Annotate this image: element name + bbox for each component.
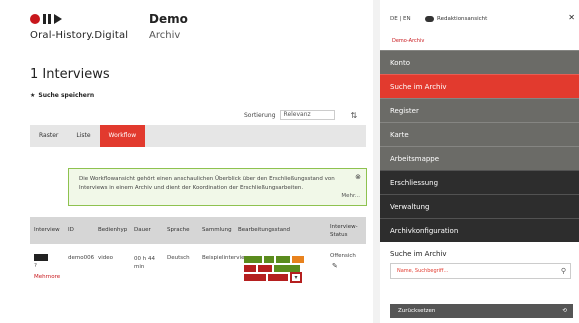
tab-raster[interactable]: Raster — [30, 125, 67, 147]
sidebar-item-konto[interactable]: Konto — [380, 50, 579, 74]
logo-icon — [30, 13, 128, 25]
col-sprache[interactable]: Sprache — [167, 227, 190, 233]
sidebar-item-arbeitsmappe[interactable]: Arbeitsmappe — [380, 146, 579, 170]
row-link[interactable]: Mehrnore — [34, 274, 60, 280]
col-medientyp[interactable]: Bedienhyp — [98, 227, 127, 233]
sidebar-item-verwaltung[interactable]: Verwaltung — [380, 194, 579, 218]
status-dropdown[interactable]: ▾ — [290, 272, 302, 283]
brand-logo[interactable]: Oral-History.Digital — [30, 13, 128, 41]
view-tabs: Raster Liste Workflow — [30, 125, 366, 147]
search-placeholder: Name, Suchbegriff... — [397, 268, 449, 274]
language-switch[interactable]: DE | EN — [390, 16, 411, 22]
reset-button[interactable]: Zurücksetzen ⟲ — [390, 304, 573, 318]
sidebar-topbar: DE | EN Redaktionsansicht ✕ Demo-Archiv — [380, 0, 579, 50]
tab-workflow[interactable]: Workflow — [99, 125, 146, 147]
edit-icon[interactable]: ✎ — [332, 262, 338, 270]
status-cell[interactable] — [276, 256, 290, 263]
row-id: demo006 — [68, 255, 95, 261]
result-count: 1 Interviews — [30, 67, 110, 82]
status-cell[interactable] — [274, 265, 300, 272]
col-bearbeitungsstand[interactable]: Bearbeitungsstand — [238, 227, 290, 233]
table-row[interactable]: ? Mehrnore demo006 video 00 h 44 min Deu… — [30, 250, 366, 292]
search-input[interactable]: Name, Suchbegriff... ⚲ — [390, 263, 571, 279]
project-subtitle: Archiv — [149, 30, 181, 41]
sidebar: DE | EN Redaktionsansicht ✕ Demo-Archiv … — [380, 0, 579, 323]
sidebar-item-register[interactable]: Register — [380, 98, 579, 122]
sort-control: Sortierung Relevanz ⇅ — [244, 110, 357, 120]
project-title: Demo — [149, 12, 188, 26]
info-text: Die Workflowansicht gehört einen anschau… — [79, 176, 335, 191]
main-content: Oral-History.Digital Demo Archiv 1 Inter… — [0, 0, 373, 323]
chevron-down-icon: ▾ — [294, 274, 298, 281]
star-icon: ★ — [30, 92, 36, 99]
col-sammlung[interactable]: Sammlung — [202, 227, 232, 233]
col-interview-status[interactable]: Interview-Status — [330, 223, 364, 239]
sort-direction-icon[interactable]: ⇅ — [351, 111, 358, 120]
reset-icon: ⟲ — [562, 308, 567, 314]
sidebar-item-erschliessung[interactable]: Erschliessung — [380, 170, 579, 194]
status-cell[interactable] — [244, 265, 256, 272]
status-cell[interactable] — [268, 274, 288, 281]
sort-label: Sortierung — [244, 111, 276, 119]
save-search-link[interactable]: ★ Suche speichern — [30, 92, 94, 99]
table-header: Interview ID Bedienhyp Dauer Sprache Sam… — [30, 217, 366, 244]
row-type: video — [98, 255, 114, 261]
row-duration: 00 h 44 min — [134, 256, 155, 270]
status-cell[interactable] — [244, 256, 262, 263]
search-icon[interactable]: ⚲ — [561, 267, 566, 275]
breadcrumb[interactable]: Demo-Archiv — [392, 38, 424, 44]
close-icon[interactable]: ⊗ — [355, 173, 361, 182]
status-cell[interactable] — [258, 265, 272, 272]
editorial-view-toggle[interactable]: Redaktionsansicht — [425, 16, 487, 22]
sidebar-item-karte[interactable]: Karte — [380, 122, 579, 146]
col-dauer[interactable]: Dauer — [134, 227, 151, 233]
col-id[interactable]: ID — [68, 227, 74, 233]
info-more-link[interactable]: Mehr... — [341, 192, 360, 201]
status-cell[interactable] — [244, 274, 266, 281]
project-header: Demo Archiv — [149, 12, 188, 41]
search-panel-title: Suche im Archiv — [390, 250, 447, 258]
tab-liste[interactable]: Liste — [67, 125, 99, 147]
row-status: Offensich — [330, 253, 356, 259]
sort-select[interactable]: Relevanz — [279, 110, 335, 120]
workflow-info-box: Die Workflowansicht gehört einen anschau… — [68, 168, 367, 206]
status-cell[interactable] — [292, 256, 304, 263]
col-interview[interactable]: Interview — [34, 227, 60, 233]
sidebar-item-suche[interactable]: Suche im Archiv — [380, 74, 579, 98]
sidebar-item-archivkonfiguration[interactable]: Archivkonfiguration — [380, 218, 579, 242]
close-icon[interactable]: ✕ — [568, 13, 575, 22]
video-thumbnail[interactable] — [34, 254, 48, 261]
toggle-icon — [425, 16, 434, 22]
row-language: Deutsch — [167, 255, 190, 261]
status-cell[interactable] — [264, 256, 274, 263]
brand-name: Oral-History.Digital — [30, 30, 129, 41]
